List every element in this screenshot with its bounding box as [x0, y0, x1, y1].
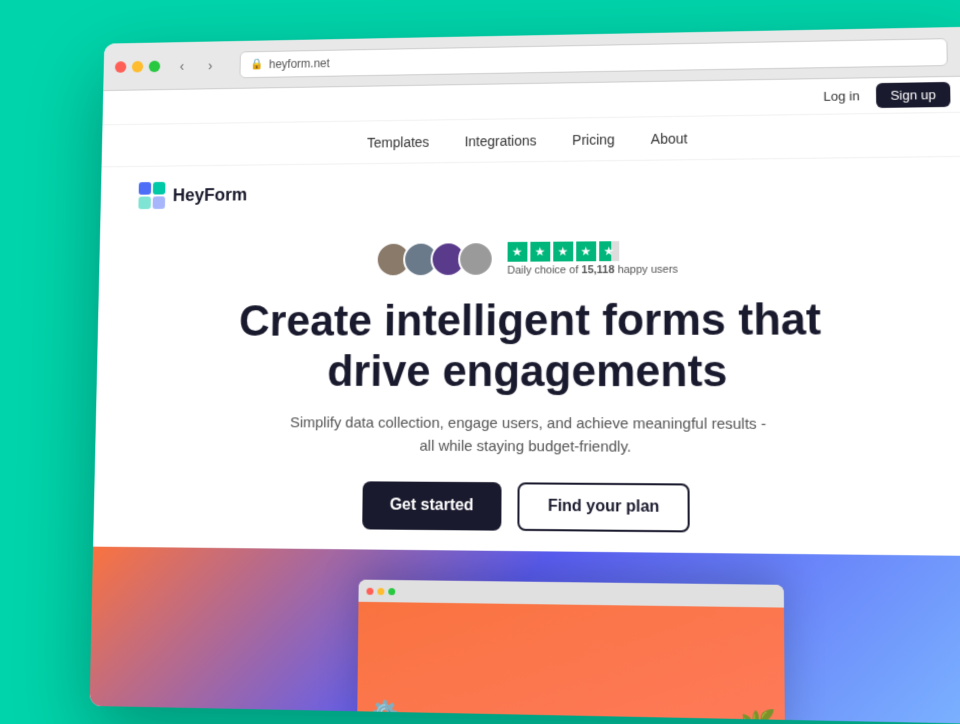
trust-count: 15,118: [581, 264, 614, 276]
nav-pricing[interactable]: Pricing: [572, 131, 615, 147]
maximize-button[interactable]: [149, 60, 161, 72]
trust-row: ★ ★ ★ ★ ★ Daily choice of 15,118 happy u…: [137, 238, 932, 279]
hero-section: ★ ★ ★ ★ ★ Daily choice of 15,118 happy u…: [92, 217, 960, 601]
cta-row: Get started Find your plan: [132, 480, 936, 535]
forward-button[interactable]: ›: [200, 54, 221, 75]
star-3: ★: [553, 241, 573, 261]
trust-label: Daily choice of 15,118 happy users: [507, 263, 678, 276]
headline-line1: Create intelligent forms that: [239, 295, 821, 345]
logo-text: HeyForm: [173, 184, 248, 205]
inner-maximize: [388, 588, 395, 595]
minimize-button[interactable]: [132, 60, 144, 72]
star-rating: ★ ★ ★ ★ ★: [507, 241, 619, 262]
find-plan-button[interactable]: Find your plan: [518, 483, 691, 533]
signup-button[interactable]: Sign up: [876, 82, 951, 108]
trust-pre: Daily choice of: [507, 264, 581, 276]
nav-integrations[interactable]: Integrations: [464, 132, 536, 149]
headline-line2: drive engagements: [327, 346, 728, 396]
inner-close: [366, 587, 373, 594]
inner-content: 🌿 ⚙️: [357, 602, 785, 724]
plant-icon: 🌿: [740, 708, 777, 724]
bottom-preview: 🌿 ⚙️: [90, 547, 960, 724]
inner-minimize: [377, 587, 384, 594]
avatar: [458, 241, 494, 277]
star-2: ★: [530, 241, 550, 261]
star-1: ★: [507, 241, 527, 261]
address-text: heyform.net: [269, 56, 330, 71]
address-bar[interactable]: 🔒 heyform.net: [239, 38, 947, 78]
browser-window: ‹ › 🔒 heyform.net Log in Sign up Templat…: [90, 27, 960, 724]
close-button[interactable]: [115, 61, 127, 73]
login-button[interactable]: Log in: [823, 88, 859, 103]
star-4: ★: [576, 241, 596, 261]
form-icon: ⚙️: [371, 699, 399, 723]
logo-bar: HeyForm: [100, 157, 960, 225]
inner-browser: 🌿 ⚙️: [357, 580, 785, 724]
back-button[interactable]: ‹: [171, 55, 192, 76]
trust-info: ★ ★ ★ ★ ★ Daily choice of 15,118 happy u…: [507, 240, 678, 276]
preview-gradient: 🌿 ⚙️: [90, 547, 960, 724]
nav-templates[interactable]: Templates: [367, 134, 429, 150]
subheadline: Simplify data collection, engage users, …: [288, 413, 769, 460]
nav-about[interactable]: About: [651, 130, 688, 146]
avatar-group: [375, 241, 493, 277]
traffic-lights: [115, 60, 160, 72]
headline: Create intelligent forms that drive enga…: [182, 295, 881, 398]
browser-controls: ‹ ›: [171, 54, 221, 76]
lock-icon: 🔒: [250, 58, 263, 71]
get-started-button[interactable]: Get started: [362, 482, 502, 531]
trust-post: happy users: [615, 263, 678, 275]
star-5-half: ★: [599, 241, 619, 261]
heyform-logo-icon: [138, 182, 165, 209]
